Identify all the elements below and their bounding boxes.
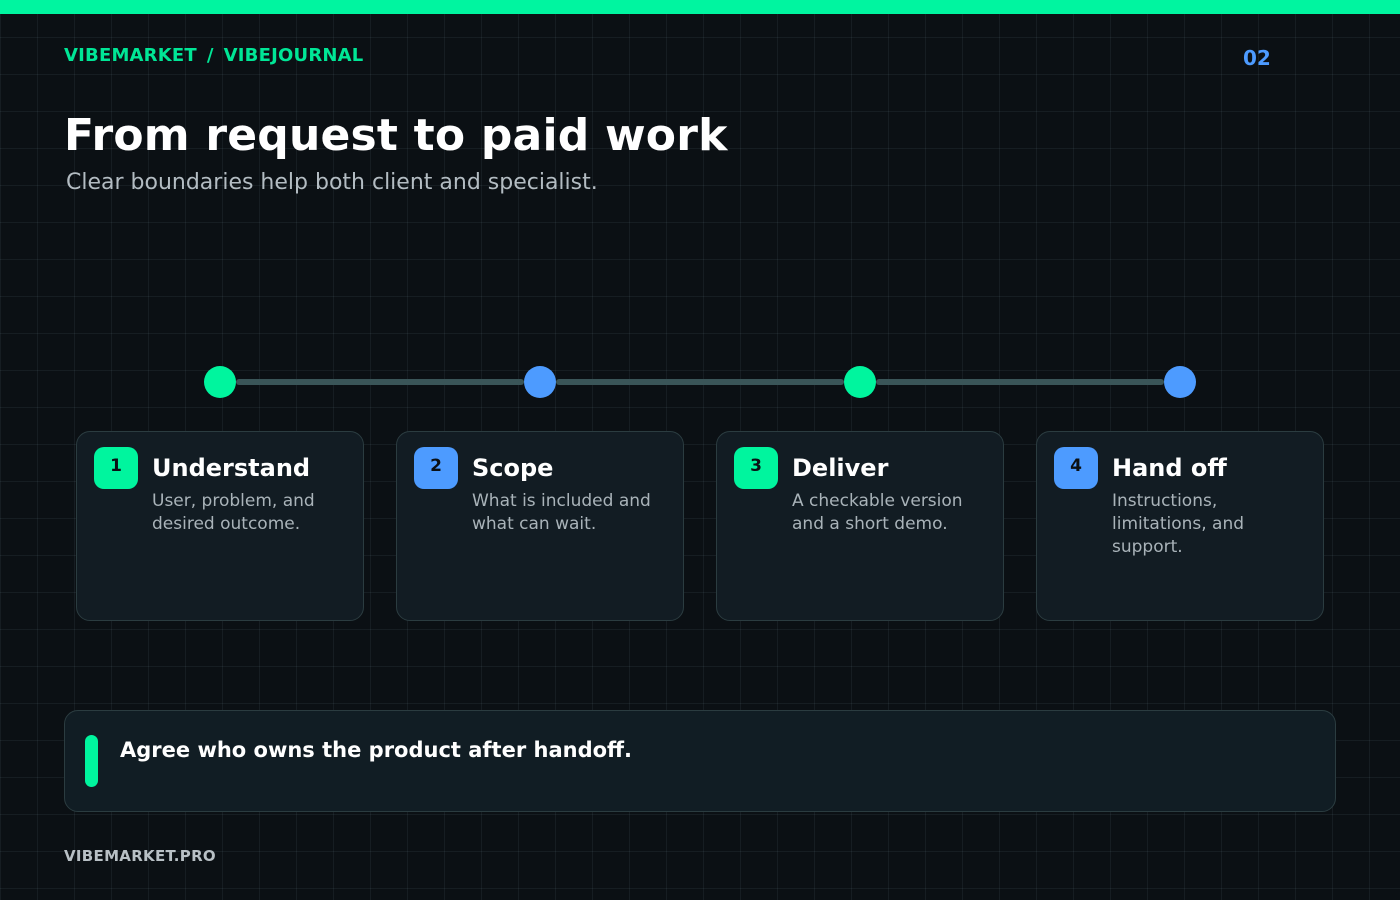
breadcrumb: VIBEMARKET / VIBEJOURNAL [64,45,363,66]
step-number-badge: 1 [94,447,138,489]
step-card-deliver: 3 Deliver A checkable version and a shor… [716,431,1004,621]
step-number-badge: 2 [414,447,458,489]
timeline-connector [876,379,1164,385]
callout-text: Agree who owns the product after handoff… [120,738,633,762]
top-accent-bar [0,0,1400,14]
step-description: Instructions, limitations, and support. [1112,491,1245,557]
page-number: 02 [1243,46,1271,70]
callout-accent-bar [85,735,98,787]
timeline-dot-3 [844,366,876,398]
page-subtitle: Clear boundaries help both client and sp… [66,170,598,195]
step-title: Hand off [1112,454,1227,482]
footer-site-link[interactable]: VIBEMARKET.PRO [64,847,216,865]
step-title: Deliver [792,454,889,482]
timeline-dot-2 [524,366,556,398]
step-card-scope: 2 Scope What is included and what can wa… [396,431,684,621]
step-description: A checkable version and a short demo. [792,491,963,534]
step-card-understand: 1 Understand User, problem, and desired … [76,431,364,621]
step-title: Understand [152,454,311,482]
callout-box: Agree who owns the product after handoff… [64,710,1336,812]
timeline-connector [556,379,844,385]
timeline-connector [236,379,524,385]
step-number-badge: 4 [1054,447,1098,489]
step-description: User, problem, and desired outcome. [152,491,315,534]
timeline-dot-1 [204,366,236,398]
step-description: What is included and what can wait. [472,491,651,534]
breadcrumb-item-vibemarket[interactable]: VIBEMARKET [64,45,197,66]
breadcrumb-item-vibejournal[interactable]: VIBEJOURNAL [224,45,364,66]
page-title: From request to paid work [64,110,728,161]
step-card-hand-off: 4 Hand off Instructions, limitations, an… [1036,431,1324,621]
timeline-dot-4 [1164,366,1196,398]
step-title: Scope [472,454,554,482]
step-number-badge: 3 [734,447,778,489]
breadcrumb-separator: / [206,45,214,66]
